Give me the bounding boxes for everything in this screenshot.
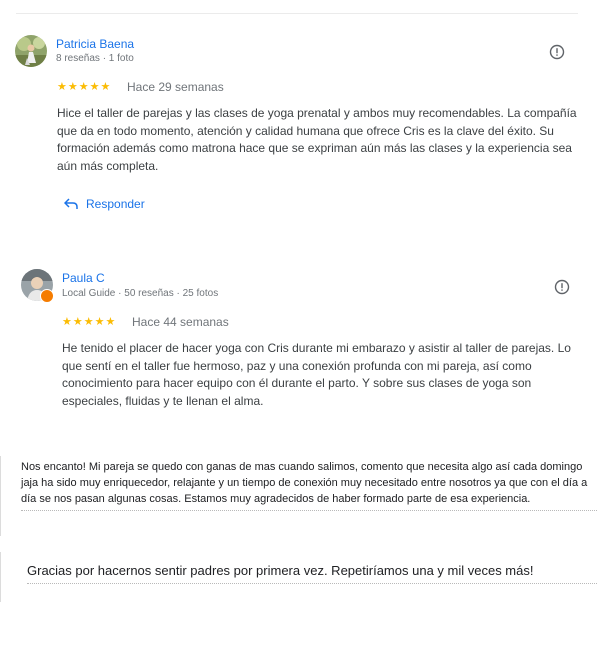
testimonial-text: Gracias por hacernos sentir padres por p… — [27, 562, 597, 584]
reviewer-meta: Local Guide · 50 reseñas · 25 fotos — [62, 288, 219, 299]
reviews-page: Patricia Baena 8 reseñas · 1 foto ★★★★★ … — [0, 0, 615, 657]
testimonial-quote: Gracias por hacernos sentir padres por p… — [0, 552, 597, 602]
testimonial-quote: Nos encanto! Mi pareja se quedo con gana… — [0, 456, 597, 536]
reviewer-name[interactable]: Paula C — [62, 271, 105, 285]
review-date: Hace 44 semanas — [132, 315, 229, 329]
testimonial-text: Nos encanto! Mi pareja se quedo con gana… — [21, 459, 597, 511]
review-card: Paula C Local Guide · 50 reseñas · 25 fo… — [0, 0, 615, 420]
local-guide-badge-icon — [40, 289, 54, 303]
report-icon[interactable] — [554, 279, 570, 295]
review-text: He tenido el placer de hacer yoga con Cr… — [62, 341, 571, 408]
star-rating: ★★★★★ — [62, 316, 117, 328]
